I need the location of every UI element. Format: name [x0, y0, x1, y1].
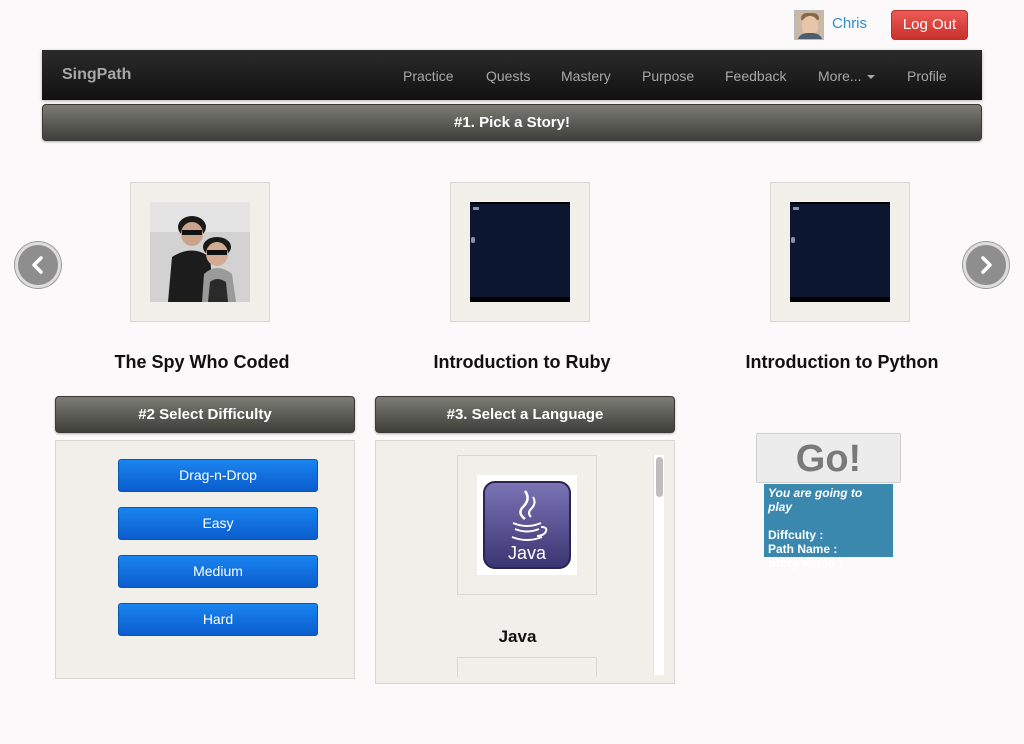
summary-path-name: Path Name : — [768, 542, 838, 556]
story-card-spy[interactable] — [130, 182, 270, 322]
chevron-left-icon — [32, 256, 43, 274]
play-summary-box: You are going to play Diffculty : Path N… — [764, 484, 893, 570]
language-scrollbar[interactable] — [653, 455, 664, 675]
story-card-python[interactable] — [770, 182, 910, 322]
java-logo: Java — [477, 475, 577, 575]
play-summary-intro: You are going to play — [768, 486, 863, 514]
java-logo-text: Java — [508, 543, 547, 563]
nav-practice[interactable]: Practice — [403, 68, 454, 84]
story-thumbnail — [790, 202, 890, 302]
difficulty-header: #2 Select Difficulty — [55, 396, 355, 433]
nav-profile[interactable]: Profile — [907, 68, 947, 84]
caret-down-icon — [866, 75, 875, 80]
brand-logo[interactable]: SingPath — [62, 66, 131, 84]
summary-difficulty: Diffculty : — [768, 528, 824, 542]
logout-button[interactable]: Log Out — [891, 10, 968, 40]
story-photo-image — [150, 202, 250, 302]
difficulty-hard-button[interactable]: Hard — [118, 603, 318, 636]
language-name-java[interactable]: Java — [376, 627, 659, 647]
difficulty-panel: Drag-n-Drop Easy Medium Hard — [55, 440, 355, 679]
nav-quests[interactable]: Quests — [486, 68, 530, 84]
username-link[interactable]: Chris — [832, 15, 867, 32]
story-header: #1. Pick a Story! — [42, 104, 982, 141]
story-title-ruby[interactable]: Introduction to Ruby — [362, 352, 682, 373]
nav-more[interactable]: More... — [818, 68, 875, 84]
nav-more-label: More... — [818, 68, 862, 84]
carousel-next-button[interactable] — [963, 242, 1009, 288]
avatar-shirt — [797, 33, 823, 39]
story-thumbnail — [150, 202, 250, 302]
carousel-prev-button[interactable] — [15, 242, 61, 288]
difficulty-medium-button[interactable]: Medium — [118, 555, 318, 588]
difficulty-easy-button[interactable]: Easy — [118, 507, 318, 540]
nav-purpose[interactable]: Purpose — [642, 68, 694, 84]
story-card-ruby[interactable] — [450, 182, 590, 322]
nav-mastery[interactable]: Mastery — [561, 68, 611, 84]
user-avatar[interactable] — [794, 10, 824, 40]
chevron-right-icon — [981, 256, 992, 274]
nav-feedback[interactable]: Feedback — [725, 68, 786, 84]
language-card-java[interactable]: Java — [457, 455, 597, 595]
java-cup-icon: Java — [508, 490, 548, 563]
story-title-python[interactable]: Introduction to Python — [682, 352, 1002, 373]
navbar: SingPath Practice Quests Mastery Purpose… — [42, 50, 982, 100]
scrollbar-thumb[interactable] — [656, 457, 663, 497]
language-card-next[interactable] — [457, 657, 597, 677]
story-title-spy[interactable]: The Spy Who Coded — [42, 352, 362, 373]
language-panel: Java Java — [375, 440, 675, 684]
story-thumbnail — [470, 202, 570, 302]
language-header: #3. Select a Language — [375, 396, 675, 433]
summary-story-name: Story Name : — [768, 556, 843, 570]
go-button[interactable]: Go! — [756, 433, 901, 483]
difficulty-drag-n-drop-button[interactable]: Drag-n-Drop — [118, 459, 318, 492]
